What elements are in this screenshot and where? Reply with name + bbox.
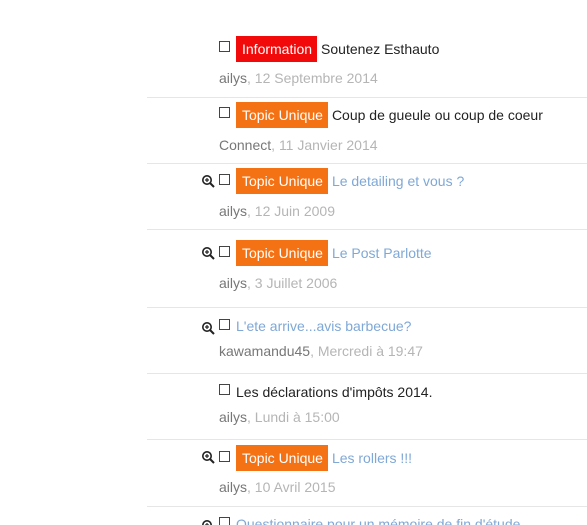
topic-title-link[interactable]: Coup de gueule ou coup de coeur <box>332 102 543 128</box>
topic-title-link[interactable]: Le detailing et vous ? <box>332 168 464 194</box>
topic-checkbox[interactable] <box>219 107 230 118</box>
topic-author[interactable]: ailys <box>219 70 247 86</box>
topic-row: L'ete arrive...avis barbecue? kawamandu4… <box>0 308 587 373</box>
topic-list: Information Soutenez Esthauto ailys, 12 … <box>0 0 587 525</box>
topic-date: 12 Juin 2009 <box>254 203 335 219</box>
topic-title-link[interactable]: L'ete arrive...avis barbecue? <box>236 313 411 339</box>
topic-date: 10 Avril 2015 <box>254 479 336 495</box>
zoom-preview-icon[interactable] <box>201 174 215 188</box>
topic-date: Mercredi à 19:47 <box>317 343 423 359</box>
topic-author[interactable]: ailys <box>219 409 247 425</box>
topic-author[interactable]: Connect <box>219 137 271 153</box>
topic-row: Topic Unique Le Post Parlotte ailys, 3 J… <box>0 230 587 307</box>
zoom-preview-icon[interactable] <box>201 321 215 335</box>
topic-title-link[interactable]: Le Post Parlotte <box>332 240 432 266</box>
topic-row: Topic Unique Coup de gueule ou coup de c… <box>0 98 587 163</box>
topic-author[interactable]: ailys <box>219 203 247 219</box>
topic-checkbox[interactable] <box>219 174 230 185</box>
topic-title-link[interactable]: Questionnaire pour un mémoire de fin d'é… <box>236 511 520 525</box>
topic-checkbox[interactable] <box>219 319 230 330</box>
zoom-preview-icon[interactable] <box>201 246 215 260</box>
topic-unique-badge: Topic Unique <box>236 102 328 128</box>
topic-author[interactable]: kawamandu45 <box>219 343 310 359</box>
topic-row: Les déclarations d'impôts 2014. ailys, L… <box>0 374 587 439</box>
topic-title-link[interactable]: Soutenez Esthauto <box>321 36 439 62</box>
topic-author[interactable]: ailys <box>219 275 247 291</box>
topic-unique-badge: Topic Unique <box>236 445 328 471</box>
zoom-preview-icon[interactable] <box>201 450 215 464</box>
zoom-preview-icon[interactable] <box>201 519 215 525</box>
topic-date: 3 Juillet 2006 <box>254 275 338 291</box>
topic-title-link[interactable]: Les déclarations d'impôts 2014. <box>236 379 432 405</box>
topic-unique-badge: Topic Unique <box>236 240 328 266</box>
topic-date: 11 Janvier 2014 <box>278 137 378 153</box>
topic-checkbox[interactable] <box>219 246 230 257</box>
topic-author[interactable]: ailys <box>219 479 247 495</box>
topic-unique-badge: Topic Unique <box>236 168 328 194</box>
topic-row: Information Soutenez Esthauto ailys, 12 … <box>0 0 587 97</box>
topic-row: Questionnaire pour un mémoire de fin d'é… <box>0 507 587 525</box>
information-badge: Information <box>236 36 318 62</box>
topic-checkbox[interactable] <box>219 384 230 395</box>
topic-row: Topic Unique Le detailing et vous ? aily… <box>0 164 587 229</box>
topic-title-link[interactable]: Les rollers !!! <box>332 445 412 471</box>
topic-checkbox[interactable] <box>219 451 230 462</box>
topic-checkbox[interactable] <box>219 41 230 52</box>
topic-date: Lundi à 15:00 <box>254 409 340 425</box>
topic-row: Topic Unique Les rollers !!! ailys, 10 A… <box>0 440 587 506</box>
topic-checkbox[interactable] <box>219 517 230 525</box>
topic-date: 12 Septembre 2014 <box>254 70 378 86</box>
